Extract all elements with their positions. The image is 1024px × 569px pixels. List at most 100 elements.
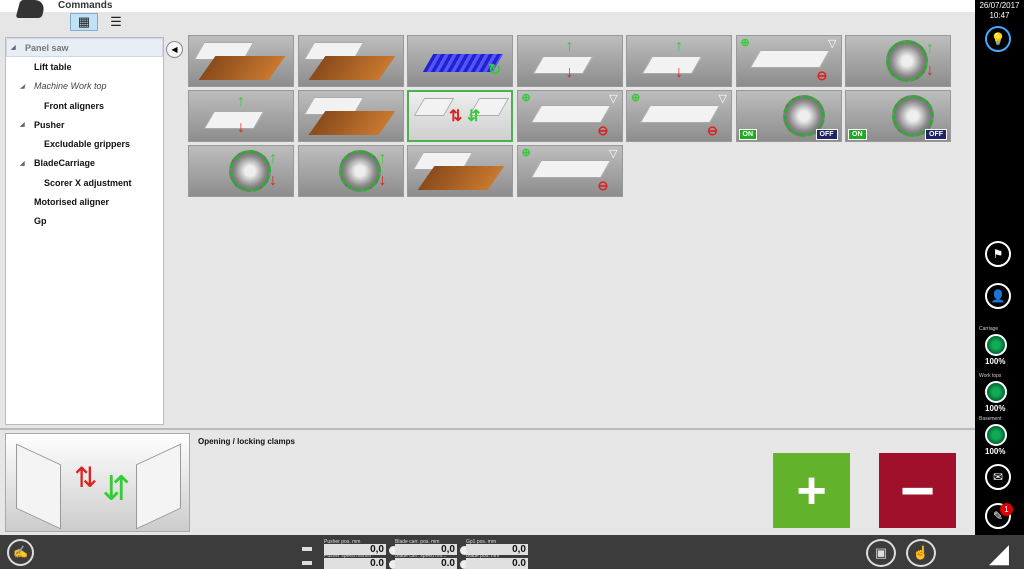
gauge-label: Basement — [979, 416, 1002, 422]
command-tile-plusminus[interactable]: ⊕ ⊖ ▽ — [735, 35, 842, 87]
command-tile-onoff[interactable]: ON OFF — [735, 90, 842, 142]
lightbulb-icon: 💡 — [990, 32, 1006, 46]
expand-arrow-icon[interactable]: ◢ — [11, 44, 16, 51]
machine-status-button[interactable]: ▣ — [866, 539, 896, 567]
work-tops-gauge — [985, 381, 1007, 403]
tree-item-label: Lift table — [34, 61, 72, 72]
readout-value: 0.0 — [466, 558, 528, 569]
command-tile-wood[interactable] — [407, 145, 513, 197]
expand-arrow-icon[interactable]: ◢ — [20, 121, 25, 128]
title-bar — [0, 0, 975, 12]
machine-icon: ▣ — [874, 545, 888, 560]
command-tile-plusminus[interactable]: ⊕ ⊖ ▽ — [516, 90, 623, 142]
command-tile-arrows[interactable]: ↑ ↓ — [626, 35, 732, 87]
flag-icon: ⚑ — [992, 247, 1004, 261]
tree-item-label: Scorer X adjustment — [44, 177, 132, 188]
command-tile-arrows[interactable]: ↑ ↓ — [516, 35, 623, 87]
grid-view-button[interactable]: ▦ — [70, 13, 98, 31]
minus-icon: − — [899, 457, 936, 524]
tree-item[interactable]: ◢ Pusher — [6, 115, 163, 134]
tree-item[interactable]: ◢ Machine Work top — [6, 77, 163, 96]
user-icon: 👤 — [990, 289, 1006, 303]
off-label: OFF — [925, 129, 947, 140]
tree-item[interactable]: ◢ Panel saw — [6, 38, 163, 58]
tree-item[interactable]: Front aligners — [6, 96, 163, 115]
off-label: OFF — [815, 129, 838, 140]
tree-item[interactable]: ◢ BladeCarriage — [6, 154, 163, 173]
command-tile-saw[interactable]: ↑ ↓ — [188, 145, 294, 197]
command-tile-onoff[interactable]: ON OFF — [845, 90, 951, 142]
lightbulb-button[interactable]: 💡 — [985, 26, 1011, 52]
date: 26/07/2017 — [979, 1, 1020, 10]
basement-gauge — [985, 424, 1007, 446]
command-tile-saw[interactable]: ↑ ↓ — [845, 35, 951, 87]
gauge-value: 100% — [985, 404, 1006, 413]
command-tile-rail[interactable]: ↻ — [407, 35, 513, 87]
readout-value: 0.0 — [324, 558, 386, 569]
expand-arrow-icon[interactable]: ◢ — [20, 160, 25, 167]
tree-item-label: Pusher — [34, 119, 65, 130]
time: 10:47 — [989, 11, 1010, 20]
right-sidebar: 26/07/2017 10:47 💡 ⚑ 👤 Carriage 100% Wor… — [975, 0, 1024, 535]
page-title: Commands — [58, 0, 113, 11]
tree-item-label: Motorised aligner — [34, 197, 110, 208]
gauge-value: 100% — [985, 447, 1006, 456]
divider — [0, 428, 975, 430]
brand-logo: ◢ — [989, 538, 1009, 568]
readout: Pusher speed mt/min 0.0 — [302, 553, 398, 569]
list-view-button[interactable]: ☰ — [102, 13, 130, 31]
command-tile-wood[interactable] — [297, 90, 404, 142]
hand-icon: ☝ — [912, 545, 930, 560]
notification-badge: 1 — [1000, 503, 1013, 516]
activate-plus-button[interactable]: + — [773, 453, 850, 528]
tree-item[interactable]: Excludable grippers — [6, 134, 163, 153]
chevron-left-icon: ◀ — [171, 45, 178, 54]
axis-icon — [302, 547, 312, 551]
carriage-gauge — [985, 334, 1007, 356]
tree-item[interactable]: Motorised aligner — [6, 192, 163, 211]
language-button[interactable]: ⚑ — [985, 241, 1011, 267]
tree-item-label: Front aligners — [44, 100, 105, 111]
app-logo — [15, 0, 47, 18]
plus-icon: + — [796, 461, 827, 520]
readout: Blade pos. mm 0.0 — [458, 553, 528, 569]
tree-item-label: Excludable grippers — [44, 139, 131, 150]
axis-icon — [302, 561, 312, 565]
on-label: ON — [848, 129, 867, 140]
command-tree: ◢ Panel saw Lift table ◢ Machine Work top Fro… — [5, 37, 164, 425]
command-grid: ↻ ↑ ↓ ↑ ↓ ⊕ ⊖ ▽ ↑ ↓ ↑ ↓ ⇅ ⇵ ⊕ ⊖ ▽ ⊕ ⊖ ▽ ON OFF ON OFF ↑ ↓ ↑ ↓ ⊕ ⊖ ▽ — [188, 35, 951, 197]
command-tile-wood[interactable] — [188, 35, 294, 87]
collapse-panel-button[interactable]: ◀ — [166, 41, 183, 58]
selected-command-label: Opening / locking clamps — [198, 437, 295, 446]
tree-item-label: BladeCarriage — [34, 158, 96, 169]
signature-button[interactable]: ✍ — [7, 539, 34, 566]
tree-item-label: Machine Work top — [34, 81, 107, 92]
list-view-icon: ☰ — [110, 14, 122, 29]
user-button[interactable]: 👤 — [985, 283, 1011, 309]
signature-icon: ✍ — [13, 545, 28, 559]
manual-mode-button[interactable]: ☝ — [906, 539, 936, 567]
command-tile-saw[interactable]: ↑ ↓ — [297, 145, 404, 197]
command-tile-wood[interactable] — [297, 35, 404, 87]
gauge-value: 100% — [985, 357, 1006, 366]
activate-minus-button[interactable]: − — [879, 453, 956, 528]
on-label: ON — [738, 129, 757, 140]
command-tile-plusminus[interactable]: ⊕ ⊖ ▽ — [626, 90, 732, 142]
readout-value: 0.0 — [395, 558, 457, 569]
command-tile-clamps[interactable]: ⇅ ⇵ — [407, 90, 513, 142]
tree-item[interactable]: Gp — [6, 212, 163, 231]
command-tile-arrows[interactable]: ↑ ↓ — [188, 90, 294, 142]
command-tile-plusminus[interactable]: ⊕ ⊖ ▽ — [516, 145, 623, 197]
selected-command-image: ⇅ ⇵ — [5, 433, 190, 532]
messages-button[interactable]: ✉ — [985, 464, 1011, 490]
readout: Blade carr. speed mt/... 0.0 — [387, 553, 469, 569]
message-icon: ✉ — [992, 470, 1004, 484]
tree-item[interactable]: Lift table — [6, 57, 163, 76]
tree-item-label: Panel saw — [25, 42, 69, 53]
gauge-label: Carriage — [979, 326, 999, 332]
tree-item-label: Gp — [34, 216, 47, 227]
expand-arrow-icon[interactable]: ◢ — [20, 83, 25, 90]
tree-item[interactable]: Scorer X adjustment — [6, 173, 163, 192]
grid-view-icon: ▦ — [77, 14, 91, 29]
gauge-label: Work tops — [979, 373, 1002, 379]
